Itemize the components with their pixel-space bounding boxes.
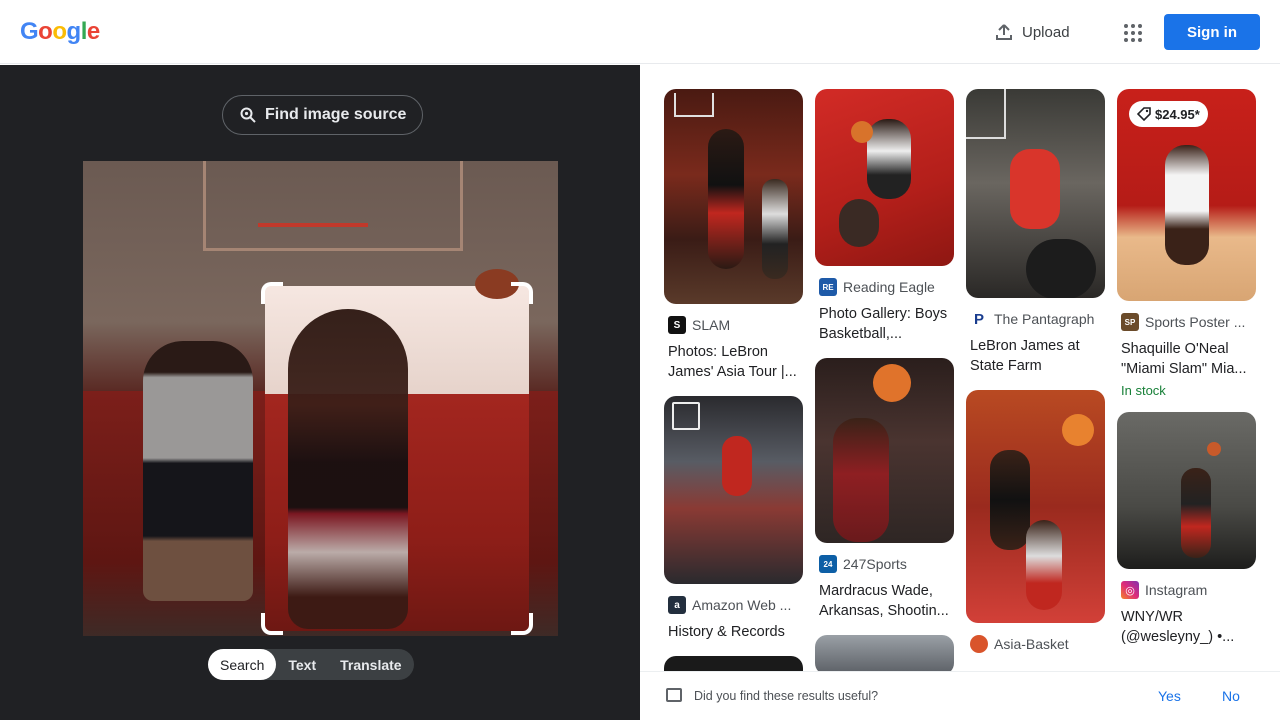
result-card[interactable]: ◎ Instagram WNY/WR (@wesleyny_) •... bbox=[1117, 412, 1256, 647]
crop-handle-bottom-right[interactable] bbox=[511, 613, 533, 635]
result-title[interactable]: LeBron James at State Farm bbox=[970, 336, 1101, 376]
logo-letter: g bbox=[66, 18, 82, 45]
result-title[interactable]: Shaquille O'Neal "Miami Slam" Mia... bbox=[1121, 339, 1252, 379]
apps-grid-icon[interactable] bbox=[1116, 16, 1148, 48]
result-card[interactable]: a Amazon Web ... History & Records bbox=[664, 396, 803, 642]
result-card[interactable]: S SLAM Photos: LeBron James' Asia Tour |.… bbox=[664, 89, 803, 382]
result-thumbnail[interactable]: $24.95* bbox=[1117, 89, 1256, 301]
lens-mode-tabs: Search Text Translate bbox=[208, 649, 414, 680]
result-title[interactable]: Photo Gallery: Boys Basketball,... bbox=[819, 304, 950, 344]
tab-search[interactable]: Search bbox=[208, 649, 277, 680]
sports-poster-favicon-icon: SP bbox=[1121, 313, 1139, 331]
query-image[interactable] bbox=[83, 161, 558, 636]
slam-favicon-icon: S bbox=[668, 316, 686, 334]
result-source: Instagram bbox=[1145, 582, 1208, 598]
result-source: Asia-Basket bbox=[994, 636, 1069, 652]
result-source: 247Sports bbox=[843, 556, 907, 572]
result-source: Sports Poster ... bbox=[1145, 314, 1246, 330]
result-thumbnail[interactable] bbox=[1117, 412, 1256, 569]
result-thumbnail[interactable] bbox=[815, 635, 954, 671]
find-image-source-label: Find image source bbox=[265, 106, 407, 123]
logo-letter: o bbox=[52, 18, 67, 45]
results-column: P The Pantagraph LeBron James at State Fa… bbox=[966, 89, 1105, 667]
logo-letter: o bbox=[38, 18, 53, 45]
result-card[interactable]: RE Reading Eagle Photo Gallery: Boys Bask… bbox=[815, 89, 954, 344]
feedback-bar: Did you find these results useful? Yes N… bbox=[640, 671, 1280, 720]
results-column: $24.95* SP Sports Poster ... Shaquille O'… bbox=[1117, 89, 1256, 661]
result-thumbnail[interactable] bbox=[664, 656, 803, 671]
result-title[interactable]: History & Records bbox=[668, 622, 799, 642]
result-title[interactable]: Photos: LeBron James' Asia Tour |... bbox=[668, 342, 799, 382]
result-card[interactable] bbox=[664, 656, 803, 671]
tab-text[interactable]: Text bbox=[276, 649, 328, 680]
tab-translate[interactable]: Translate bbox=[328, 649, 413, 680]
upload-icon bbox=[996, 24, 1012, 40]
result-thumbnail[interactable] bbox=[815, 358, 954, 543]
tag-icon bbox=[1137, 107, 1151, 121]
feedback-question: Did you find these results useful? bbox=[694, 689, 879, 703]
result-thumbnail[interactable] bbox=[815, 89, 954, 266]
result-card[interactable]: $24.95* SP Sports Poster ... Shaquille O'… bbox=[1117, 89, 1256, 398]
result-title[interactable]: Mardracus Wade, Arkansas, Shootin... bbox=[819, 581, 950, 621]
basketball-favicon-icon bbox=[970, 635, 988, 653]
logo-letter: G bbox=[20, 18, 39, 45]
price-label: $24.95* bbox=[1155, 106, 1200, 122]
price-tag: $24.95* bbox=[1129, 101, 1208, 127]
instagram-icon: ◎ bbox=[1121, 581, 1139, 599]
result-card[interactable] bbox=[815, 635, 954, 671]
result-thumbnail[interactable] bbox=[966, 390, 1105, 623]
feedback-yes-button[interactable]: Yes bbox=[1158, 688, 1181, 704]
results-column: S SLAM Photos: LeBron James' Asia Tour |.… bbox=[664, 89, 803, 671]
find-image-source-button[interactable]: Find image source bbox=[222, 95, 424, 135]
crop-handle-bottom-left[interactable] bbox=[261, 613, 283, 635]
result-thumbnail[interactable] bbox=[664, 396, 803, 584]
upload-label: Upload bbox=[1022, 23, 1070, 41]
amazon-favicon-icon: a bbox=[668, 596, 686, 614]
result-card[interactable]: Asia-Basket bbox=[966, 390, 1105, 653]
lens-search-icon bbox=[240, 107, 256, 123]
sign-in-button[interactable]: Sign in bbox=[1164, 14, 1260, 50]
lens-query-panel: Find image source Search Text Translate bbox=[0, 65, 640, 720]
result-thumbnail[interactable] bbox=[966, 89, 1105, 298]
crop-handle-top-right[interactable] bbox=[511, 282, 533, 304]
results-column: RE Reading Eagle Photo Gallery: Boys Bask… bbox=[815, 89, 954, 671]
result-source: SLAM bbox=[692, 317, 731, 333]
google-logo[interactable]: Google bbox=[20, 18, 100, 46]
result-thumbnail[interactable] bbox=[664, 89, 803, 304]
247sports-favicon-icon: 24 bbox=[819, 555, 837, 573]
feedback-no-button[interactable]: No bbox=[1222, 688, 1240, 704]
crop-handle-top-left[interactable] bbox=[261, 282, 283, 304]
stock-status: In stock bbox=[1121, 383, 1166, 398]
pantagraph-favicon-icon: P bbox=[970, 310, 988, 328]
header: Google Upload Sign in bbox=[0, 0, 1280, 64]
logo-letter: e bbox=[86, 18, 100, 45]
feedback-icon bbox=[666, 688, 682, 702]
upload-button[interactable]: Upload bbox=[986, 14, 1078, 50]
result-source: The Pantagraph bbox=[994, 311, 1095, 327]
result-source: Reading Eagle bbox=[843, 279, 935, 295]
result-source: Amazon Web ... bbox=[692, 597, 792, 613]
result-card[interactable]: P The Pantagraph LeBron James at State Fa… bbox=[966, 89, 1105, 376]
reading-eagle-favicon-icon: RE bbox=[819, 278, 837, 296]
visual-matches: S SLAM Photos: LeBron James' Asia Tour |.… bbox=[640, 65, 1280, 671]
result-title[interactable]: WNY/WR (@wesleyny_) •... bbox=[1121, 607, 1252, 647]
result-card[interactable]: 24 247Sports Mardracus Wade, Arkansas, Sh… bbox=[815, 358, 954, 621]
